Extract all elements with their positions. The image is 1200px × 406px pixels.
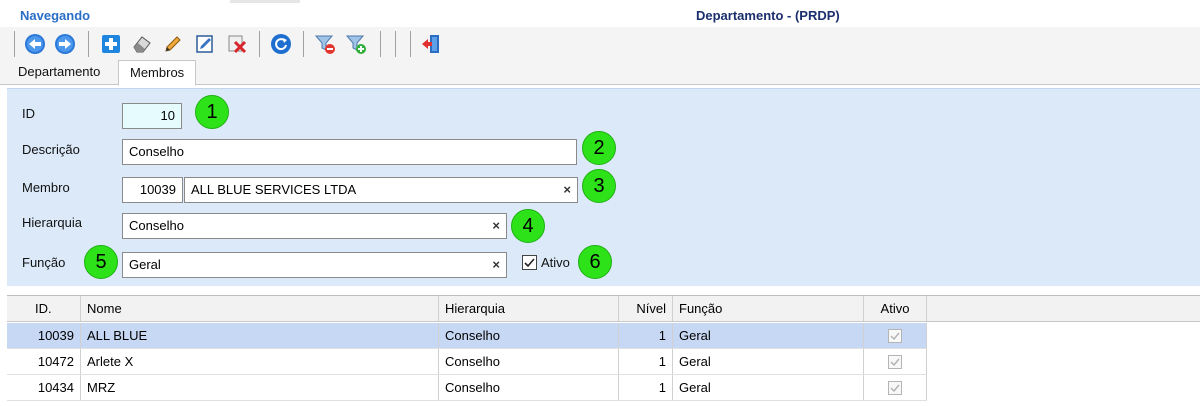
membro-label: Membro [22, 180, 70, 195]
exit-button[interactable] [419, 32, 443, 56]
column-header-funcao[interactable]: Função [673, 296, 864, 321]
arrow-right-icon [55, 34, 75, 54]
ativo-cell-checkbox [888, 381, 902, 395]
refresh-button[interactable] [269, 32, 293, 56]
save-record-button[interactable] [193, 32, 217, 56]
filter-add-button[interactable] [344, 32, 368, 56]
cell-nivel: 1 [619, 349, 673, 374]
annotation-badge-5: 5 [84, 245, 118, 279]
membro-code-field[interactable]: 10039 [122, 177, 183, 203]
tab-membros[interactable]: Membros [118, 60, 197, 86]
toolbar-separator [14, 31, 15, 57]
status-text: Navegando [20, 8, 91, 23]
tab-strip: Departamento Membros [0, 60, 1200, 86]
descricao-field[interactable]: Conselho [122, 139, 577, 165]
cell-ativo [864, 349, 927, 374]
plus-icon [102, 35, 120, 53]
funcao-value: Geral [129, 257, 161, 272]
checkmark-icon [524, 258, 535, 268]
funcao-label: Função [22, 255, 66, 270]
tab-departamento[interactable]: Departamento [7, 60, 111, 85]
funcao-field[interactable]: Geral × [122, 252, 507, 278]
cell-ativo [864, 323, 927, 348]
cell-nome: MRZ [81, 375, 439, 400]
checkmark-icon [890, 384, 900, 393]
hierarquia-clear-icon[interactable]: × [492, 214, 500, 238]
column-header-hierarquia[interactable]: Hierarquia [439, 296, 619, 321]
prev-record-button[interactable] [23, 32, 47, 56]
ativo-cell-checkbox [888, 329, 902, 343]
column-header-nivel[interactable]: Nível [619, 296, 673, 321]
pencil-icon [165, 36, 181, 52]
refresh-icon [271, 34, 291, 54]
grid-header: ID. Nome Hierarquia Nível Função Ativo [7, 296, 1200, 322]
funcao-clear-icon[interactable]: × [492, 253, 500, 277]
membro-name-value: ALL BLUE SERVICES LTDA [191, 182, 357, 197]
toolbar-separator [88, 31, 89, 57]
cell-id: 10472 [7, 349, 81, 374]
ativo-checkbox[interactable] [522, 255, 537, 270]
id-field[interactable]: 10 [122, 103, 182, 129]
delete-x-icon [228, 35, 247, 54]
hierarquia-value: Conselho [129, 218, 184, 233]
filter-plus-icon [345, 35, 366, 54]
cell-hierarquia: Conselho [439, 349, 619, 374]
toolbar-separator [410, 31, 411, 57]
hierarquia-label: Hierarquia [22, 215, 82, 230]
exit-door-icon [422, 35, 439, 53]
edit-record-button[interactable] [161, 32, 185, 56]
document-edit-icon [196, 35, 213, 53]
table-row[interactable]: 10472 Arlete X Conselho 1 Geral [7, 349, 927, 375]
checkmark-icon [890, 358, 900, 367]
column-header-nome[interactable]: Nome [81, 296, 439, 321]
filter-remove-button[interactable] [313, 32, 337, 56]
toolbar-separator [380, 31, 381, 57]
clear-record-button[interactable] [130, 32, 154, 56]
cell-funcao: Geral [673, 375, 864, 400]
delete-record-button[interactable] [225, 32, 249, 56]
membro-name-field[interactable]: ALL BLUE SERVICES LTDA × [184, 177, 578, 203]
toolbar-separator [395, 31, 396, 57]
ativo-label: Ativo [541, 255, 570, 270]
table-row[interactable]: 10434 MRZ Conselho 1 Geral [7, 375, 927, 401]
annotation-badge-2: 2 [582, 131, 616, 165]
toolbar-separator [259, 31, 260, 57]
cell-nivel: 1 [619, 375, 673, 400]
hierarquia-field[interactable]: Conselho × [122, 213, 507, 239]
cell-hierarquia: Conselho [439, 323, 619, 348]
cell-funcao: Geral [673, 349, 864, 374]
window-title: Departamento - (PRDP) [696, 8, 840, 23]
filter-minus-icon [314, 35, 335, 54]
toolbar-separator [303, 31, 304, 57]
checkmark-icon [890, 332, 900, 341]
cell-id: 10039 [7, 323, 81, 348]
member-form: ID 10 1 Descrição Conselho 2 Membro 1003… [7, 88, 1200, 286]
membro-clear-icon[interactable]: × [563, 178, 571, 202]
next-record-button[interactable] [53, 32, 77, 56]
members-grid: ID. Nome Hierarquia Nível Função Ativo 1… [7, 295, 1200, 406]
cell-funcao: Geral [673, 323, 864, 348]
ativo-cell-checkbox [888, 355, 902, 369]
table-row[interactable]: 10039 ALL BLUE Conselho 1 Geral [7, 323, 927, 349]
cell-nivel: 1 [619, 323, 673, 348]
eraser-icon [133, 36, 151, 53]
cell-hierarquia: Conselho [439, 375, 619, 400]
cell-nome: ALL BLUE [81, 323, 439, 348]
column-header-id[interactable]: ID. [7, 296, 81, 321]
column-header-ativo[interactable]: Ativo [864, 296, 927, 321]
cell-id: 10434 [7, 375, 81, 400]
cell-nome: Arlete X [81, 349, 439, 374]
annotation-badge-1: 1 [195, 95, 229, 129]
annotation-badge-6: 6 [578, 245, 612, 279]
title-bar: Navegando Departamento - (PRDP) [0, 0, 1200, 26]
descricao-label: Descrição [22, 142, 80, 157]
id-label: ID [22, 106, 35, 121]
annotation-badge-3: 3 [582, 169, 616, 203]
toolbar [0, 27, 1200, 60]
cell-ativo [864, 375, 927, 400]
new-record-button[interactable] [99, 32, 123, 56]
window-tab-hint [230, 0, 300, 3]
annotation-badge-4: 4 [511, 209, 545, 243]
arrow-left-icon [25, 34, 45, 54]
